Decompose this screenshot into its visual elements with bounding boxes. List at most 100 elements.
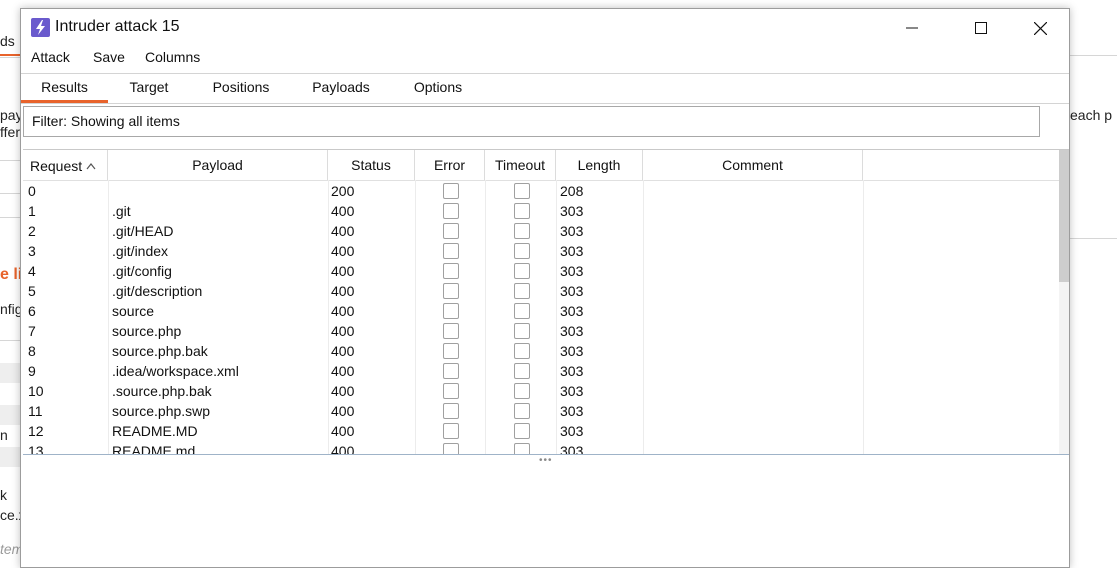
bg-fragment-n: n	[0, 427, 8, 443]
table-row[interactable]: 5 .git/description 400 303	[23, 282, 1055, 302]
error-checkbox[interactable]	[443, 263, 459, 279]
bg-list-row	[0, 363, 20, 383]
error-checkbox[interactable]	[443, 423, 459, 439]
column-header-label: Request	[30, 158, 83, 174]
status-cell: 400	[331, 303, 355, 319]
menu-attack[interactable]: Attack	[31, 49, 70, 65]
timeout-checkbox[interactable]	[514, 383, 530, 399]
table-row[interactable]: 0 200 208	[23, 182, 1055, 202]
error-checkbox[interactable]	[443, 323, 459, 339]
error-checkbox[interactable]	[443, 403, 459, 419]
error-checkbox[interactable]	[443, 243, 459, 259]
table-row[interactable]: 12 README.MD 400 303	[23, 422, 1055, 442]
tab-positions[interactable]: Positions	[190, 74, 292, 103]
timeout-checkbox[interactable]	[514, 183, 530, 199]
bg-tab-underline	[0, 54, 20, 56]
timeout-checkbox[interactable]	[514, 283, 530, 299]
close-button[interactable]	[1017, 9, 1063, 47]
error-checkbox[interactable]	[443, 383, 459, 399]
error-checkbox[interactable]	[443, 203, 459, 219]
error-checkbox[interactable]	[443, 223, 459, 239]
length-cell: 303	[560, 303, 584, 319]
close-icon	[1034, 22, 1047, 35]
vertical-scrollbar-thumb[interactable]	[1059, 150, 1069, 282]
timeout-checkbox[interactable]	[514, 423, 530, 439]
timeout-checkbox[interactable]	[514, 343, 530, 359]
timeout-checkbox[interactable]	[514, 243, 530, 259]
filter-label: Filter: Showing all items	[32, 113, 180, 129]
payload-cell: .git/description	[112, 283, 203, 299]
length-cell: 303	[560, 263, 584, 279]
status-cell: 400	[331, 223, 355, 239]
table-row[interactable]: 1 .git 400 303	[23, 202, 1055, 222]
table-row[interactable]: 6 source 400 303	[23, 302, 1055, 322]
tab-results[interactable]: Results	[21, 74, 108, 103]
error-checkbox[interactable]	[443, 283, 459, 299]
timeout-checkbox[interactable]	[514, 443, 530, 454]
payload-cell: .git	[112, 203, 131, 219]
bg-divider-4	[0, 217, 20, 218]
error-checkbox[interactable]	[443, 183, 459, 199]
table-row[interactable]: 11 source.php.swp 400 303	[23, 402, 1055, 422]
column-header-status[interactable]: Status	[328, 150, 415, 180]
payload-cell: .source.php.bak	[112, 383, 212, 399]
request-cell: 7	[28, 323, 36, 339]
status-cell: 400	[331, 363, 355, 379]
error-checkbox[interactable]	[443, 343, 459, 359]
column-header-error[interactable]: Error	[415, 150, 485, 180]
error-checkbox[interactable]	[443, 363, 459, 379]
timeout-checkbox[interactable]	[514, 403, 530, 419]
request-cell: 2	[28, 223, 36, 239]
request-cell: 13	[28, 443, 44, 455]
timeout-checkbox[interactable]	[514, 223, 530, 239]
column-header-length[interactable]: Length	[556, 150, 643, 180]
request-cell: 11	[28, 403, 43, 419]
pane-splitter-handle[interactable]: •••	[539, 455, 553, 466]
timeout-checkbox[interactable]	[514, 363, 530, 379]
menu-columns[interactable]: Columns	[145, 49, 200, 65]
table-row[interactable]: 8 source.php.bak 400 303	[23, 342, 1055, 362]
window-title: Intruder attack 15	[55, 18, 180, 35]
table-row[interactable]: 10 .source.php.bak 400 303	[23, 382, 1055, 402]
payload-cell: .git/index	[112, 243, 169, 259]
tab-options[interactable]: Options	[390, 74, 486, 103]
bg-fragment-ads: ds	[0, 33, 15, 49]
request-cell: 6	[28, 303, 36, 319]
timeout-checkbox[interactable]	[514, 203, 530, 219]
minimize-button[interactable]	[889, 9, 935, 47]
table-row[interactable]: 2 .git/HEAD 400 303	[23, 222, 1055, 242]
timeout-checkbox[interactable]	[514, 263, 530, 279]
tab-bar: Results Target Positions Payloads Option…	[21, 73, 1069, 104]
timeout-checkbox[interactable]	[514, 323, 530, 339]
table-row[interactable]: 9 .idea/workspace.xml 400 303	[23, 362, 1055, 382]
table-row[interactable]: 3 .git/index 400 303	[23, 242, 1055, 262]
payload-cell: source.php.bak	[112, 343, 208, 359]
bg-fragment-each: each p	[1070, 107, 1113, 123]
request-cell: 4	[28, 263, 36, 279]
status-cell: 400	[331, 403, 355, 419]
error-checkbox[interactable]	[443, 443, 459, 454]
title-bar[interactable]: Intruder attack 15	[21, 9, 1069, 47]
payload-cell: source.php.swp	[112, 403, 211, 419]
tab-target[interactable]: Target	[108, 74, 190, 103]
column-header-request[interactable]: Request	[23, 150, 108, 180]
column-header-comment[interactable]: Comment	[643, 150, 863, 180]
menu-save[interactable]: Save	[93, 49, 125, 65]
table-body: 0 200 208 1 .git 400 303 2 .git/HEAD 400 303 3 .git/…	[23, 182, 1055, 455]
error-checkbox[interactable]	[443, 303, 459, 319]
table-row[interactable]: 13 README.md 400 303	[23, 442, 1055, 455]
column-header-timeout[interactable]: Timeout	[485, 150, 556, 180]
filter-bar[interactable]: Filter: Showing all items	[23, 106, 1040, 137]
table-row[interactable]: 7 source.php 400 303	[23, 322, 1055, 342]
table-row[interactable]: 4 .git/config 400 303	[23, 262, 1055, 282]
bg-fragment-k: k	[0, 487, 7, 503]
status-cell: 400	[331, 243, 355, 259]
tab-payloads[interactable]: Payloads	[292, 74, 390, 103]
lightning-icon	[31, 18, 50, 37]
table-header: Request Payload Status Error Timeout Len…	[23, 150, 1069, 181]
timeout-checkbox[interactable]	[514, 303, 530, 319]
column-header-payload[interactable]: Payload	[108, 150, 328, 180]
payload-cell: .idea/workspace.xml	[112, 363, 239, 379]
maximize-button[interactable]	[958, 9, 1004, 47]
payload-cell: README.md	[112, 443, 196, 455]
